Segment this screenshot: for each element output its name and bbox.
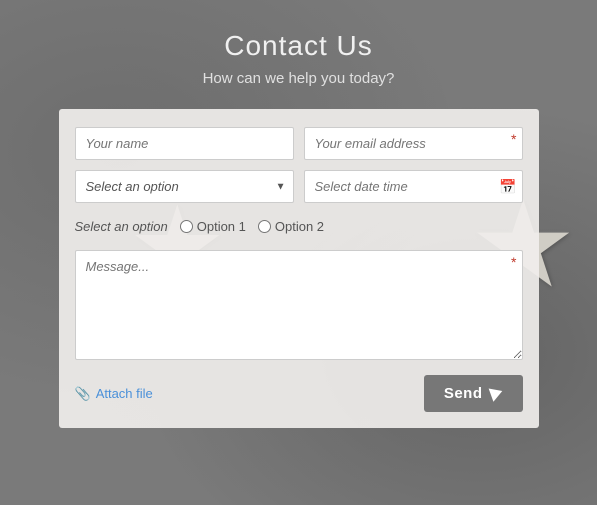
radio-label-1: Option 1 bbox=[197, 219, 246, 234]
select-wrapper: Select an option Option 1 Option 2 Optio… bbox=[75, 170, 294, 203]
row-select-date: Select an option Option 1 Option 2 Optio… bbox=[75, 170, 523, 203]
attach-file-button[interactable]: 📎 Attach file bbox=[75, 386, 153, 402]
row-name-email bbox=[75, 127, 523, 160]
radio-option-2[interactable]: Option 2 bbox=[258, 219, 324, 234]
paperclip-icon: 📎 bbox=[75, 386, 91, 402]
page-container: Contact Us How can we help you today? Se… bbox=[39, 0, 559, 448]
name-input[interactable] bbox=[75, 127, 294, 160]
name-col bbox=[75, 127, 294, 160]
message-textarea[interactable] bbox=[75, 250, 523, 360]
attach-label: Attach file bbox=[96, 386, 153, 401]
option-select[interactable]: Select an option Option 1 Option 2 Optio… bbox=[75, 170, 294, 203]
send-button[interactable]: Send bbox=[424, 375, 523, 412]
email-col bbox=[304, 127, 523, 160]
radio-input-2[interactable] bbox=[258, 220, 271, 233]
page-title: Contact Us bbox=[59, 30, 539, 62]
radio-label-2: Option 2 bbox=[275, 219, 324, 234]
date-input[interactable] bbox=[304, 170, 523, 203]
message-wrapper bbox=[75, 250, 523, 365]
form-card: Select an option Option 1 Option 2 Optio… bbox=[59, 109, 539, 428]
radio-input-1[interactable] bbox=[180, 220, 193, 233]
send-label: Send bbox=[444, 385, 483, 402]
page-subtitle: How can we help you today? bbox=[59, 70, 539, 87]
email-input[interactable] bbox=[304, 127, 523, 160]
select-col: Select an option Option 1 Option 2 Optio… bbox=[75, 170, 294, 203]
send-icon bbox=[488, 384, 504, 401]
date-col: 📅 bbox=[304, 170, 523, 203]
date-wrapper: 📅 bbox=[304, 170, 523, 203]
radio-option-1[interactable]: Option 1 bbox=[180, 219, 246, 234]
form-footer: 📎 Attach file Send bbox=[75, 375, 523, 412]
radio-group-label: Select an option bbox=[75, 219, 168, 234]
radio-row: Select an option Option 1 Option 2 bbox=[75, 213, 523, 240]
